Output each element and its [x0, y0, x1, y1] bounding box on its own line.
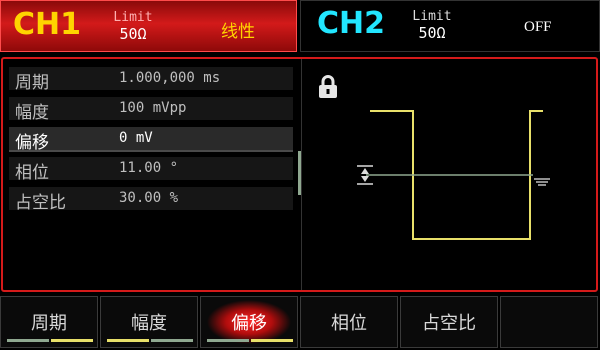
- param-value: 100 mVpp: [119, 100, 187, 116]
- softkey-bar: 周期 幅度 偏移 相位 占空比: [0, 296, 600, 350]
- ch1-limit-value: 50Ω: [119, 25, 147, 43]
- main-panel: 周期 1.000,000 ms 幅度 100 mVpp 偏移 0 mV 相位 1…: [1, 57, 598, 292]
- softkey-indicator-left: [107, 339, 149, 342]
- softkey-label: 相位: [331, 313, 367, 334]
- param-row-offset[interactable]: 偏移 0 mV: [9, 127, 293, 153]
- param-value: 11.00 °: [119, 160, 179, 176]
- channel-header: CH1 Limit 50Ω 线性 CH2 Limit 50Ω OFF: [0, 0, 600, 54]
- ch1-title: CH1: [13, 7, 81, 42]
- ch1-panel[interactable]: CH1 Limit 50Ω 线性: [0, 0, 297, 52]
- ch1-limit: Limit 50Ω: [103, 9, 163, 43]
- ch2-limit-value: 50Ω: [418, 24, 446, 42]
- param-row-amplitude[interactable]: 幅度 100 mVpp: [9, 97, 293, 123]
- param-row-phase[interactable]: 相位 11.00 °: [9, 157, 293, 183]
- ch1-limit-label: Limit: [113, 10, 153, 25]
- param-value: 0 mV: [119, 130, 153, 146]
- softkey-period[interactable]: 周期: [0, 296, 98, 348]
- softkey-label: 偏移: [231, 313, 267, 334]
- ch2-limit: Limit 50Ω: [402, 8, 462, 42]
- param-list: 周期 1.000,000 ms 幅度 100 mVpp 偏移 0 mV 相位 1…: [9, 67, 293, 217]
- softkey-label: 周期: [31, 313, 67, 334]
- softkey-amplitude[interactable]: 幅度: [100, 296, 198, 348]
- param-name: 幅度: [15, 103, 49, 123]
- softkey-empty[interactable]: [500, 296, 598, 348]
- param-name: 相位: [15, 163, 49, 183]
- waveform-preview: [357, 110, 550, 240]
- softkey-label: 幅度: [131, 313, 167, 334]
- softkey-duty-cycle[interactable]: 占空比: [400, 296, 498, 348]
- lock-icon: [319, 75, 337, 98]
- softkey-phase[interactable]: 相位: [300, 296, 398, 348]
- softkey-indicator-right: [51, 339, 93, 342]
- softkey-offset[interactable]: 偏移: [200, 296, 298, 348]
- param-name: 周期: [15, 73, 49, 93]
- ch1-mode: 线性: [221, 22, 255, 42]
- ch2-limit-label: Limit: [412, 9, 452, 24]
- param-name: 偏移: [15, 133, 49, 153]
- param-value: 1.000,000 ms: [119, 70, 221, 86]
- param-row-period[interactable]: 周期 1.000,000 ms: [9, 67, 293, 93]
- panel-divider: [301, 59, 302, 290]
- softkey-label: 占空比: [422, 313, 476, 334]
- param-value: 30.00 %: [119, 190, 179, 206]
- softkey-indicator-right: [251, 339, 293, 342]
- softkey-indicator-left: [207, 339, 249, 342]
- param-row-duty-cycle[interactable]: 占空比 30.00 %: [9, 187, 293, 213]
- softkey-indicator-left: [7, 339, 49, 342]
- ground-icon: [534, 178, 550, 186]
- ch2-output-state: OFF: [524, 19, 552, 35]
- param-name: 占空比: [15, 193, 66, 213]
- softkey-indicator-right: [151, 339, 193, 342]
- ch2-title: CH2: [317, 6, 385, 41]
